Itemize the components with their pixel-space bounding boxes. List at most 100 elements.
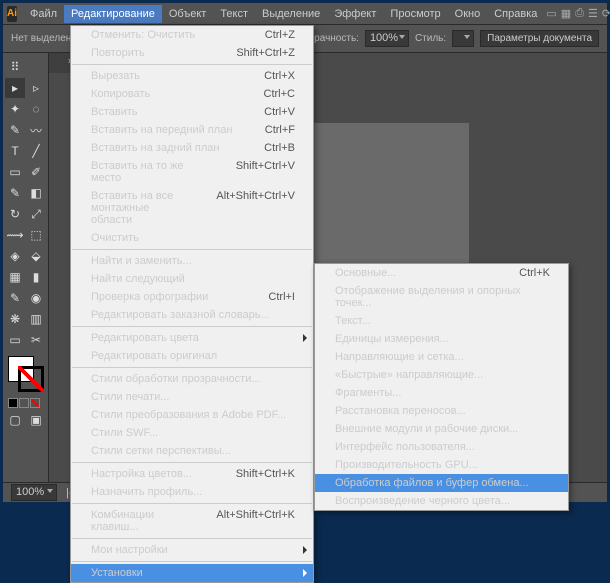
wand-tool[interactable]: ✦ [5, 99, 25, 119]
header-icon-3[interactable]: ⎙ [575, 6, 584, 22]
header-icon-2[interactable]: ▦ [561, 6, 571, 22]
draw-mode-behind[interactable]: ▣ [26, 410, 46, 430]
menu-item: Найти следующий [71, 270, 313, 288]
menu-item[interactable]: Стили сетки перспективы... [71, 442, 313, 460]
menu-effect[interactable]: Эффект [327, 5, 383, 23]
opacity-field[interactable]: 100% [365, 30, 409, 47]
tools-panel: ⠿ ▸▹ ✦◌ ✎〰 T╱ ▭✐ ✎◧ ↻⤢ ⟿⬚ ◈⬙ ▦▮ ✎◉ ❋▥ ▭✂… [3, 53, 49, 482]
submenu-arrow-icon [303, 546, 307, 554]
curvature-tool[interactable]: 〰 [26, 120, 46, 140]
menu-item: Очистить [71, 229, 313, 247]
menu-item[interactable]: Стили печати... [71, 388, 313, 406]
gradient-tool[interactable]: ▮ [26, 267, 46, 287]
scale-tool[interactable]: ⤢ [26, 204, 46, 224]
menu-item[interactable]: Обработка файлов и буфер обмена... [315, 474, 568, 492]
menu-item[interactable]: Производительность GPU... [315, 456, 568, 474]
menu-item[interactable]: Проверка орфографииCtrl+I [71, 288, 313, 306]
color-swatch[interactable] [8, 356, 44, 392]
menu-item[interactable]: Мои настройки [71, 541, 313, 559]
submenu-arrow-icon [303, 334, 307, 342]
menu-item[interactable]: Текст... [315, 312, 568, 330]
menu-item[interactable]: Отменить: ОчиститьCtrl+Z [71, 26, 313, 44]
shape-builder-tool[interactable]: ◈ [5, 246, 25, 266]
menu-edit[interactable]: Редактирование [64, 5, 162, 23]
menu-item: ВырезатьCtrl+X [71, 67, 313, 85]
brush-tool[interactable]: ✐ [26, 162, 46, 182]
menu-item[interactable]: Основные...Ctrl+K [315, 264, 568, 282]
eraser-tool[interactable]: ◧ [26, 183, 46, 203]
rotate-tool[interactable]: ↻ [5, 204, 25, 224]
app-logo: Ai [7, 6, 17, 22]
eyedropper-tool[interactable]: ✎ [5, 288, 25, 308]
width-tool[interactable]: ⟿ [5, 225, 25, 245]
mini-swatch-3[interactable] [30, 398, 40, 408]
slice-tool[interactable]: ✂ [26, 330, 46, 350]
menu-item[interactable]: Вставить на задний планCtrl+B [71, 139, 313, 157]
menu-item: КопироватьCtrl+C [71, 85, 313, 103]
header-icon-1[interactable]: ▭ [546, 6, 556, 22]
submenu-arrow-icon [303, 569, 307, 577]
mini-swatch-1[interactable] [8, 398, 18, 408]
zoom-field[interactable]: 100% [11, 484, 57, 501]
menu-item[interactable]: Комбинации клавиш...Alt+Shift+Ctrl+K [71, 506, 313, 536]
menu-item[interactable]: Стили обработки прозрачности... [71, 370, 313, 388]
preferences-submenu: Основные...Ctrl+KОтображение выделения и… [314, 263, 569, 511]
type-tool[interactable]: T [5, 141, 25, 161]
rect-tool[interactable]: ▭ [5, 162, 25, 182]
edit-menu-dropdown: Отменить: ОчиститьCtrl+ZПовторитьShift+C… [70, 25, 314, 583]
menu-select[interactable]: Выделение [255, 5, 327, 23]
symbol-sprayer-tool[interactable]: ❋ [5, 309, 25, 329]
menu-item[interactable]: Вставить на все монтажные областиAlt+Shi… [71, 187, 313, 229]
mesh-tool[interactable]: ▦ [5, 267, 25, 287]
selection-tool[interactable]: ▸ [5, 78, 25, 98]
menu-object[interactable]: Объект [162, 5, 213, 23]
header-icon-5[interactable]: ⟳ [602, 6, 610, 22]
menu-text[interactable]: Текст [213, 5, 255, 23]
header-icon-4[interactable]: ☰ [588, 6, 598, 22]
direct-select-tool[interactable]: ▹ [26, 78, 46, 98]
artboard-tool[interactable]: ▭ [5, 330, 25, 350]
menu-item[interactable]: Внешние модули и рабочие диски... [315, 420, 568, 438]
menu-item[interactable]: Стили преобразования в Adobe PDF... [71, 406, 313, 424]
style-label: Стиль: [415, 33, 446, 44]
style-field[interactable] [452, 30, 474, 47]
menu-item[interactable]: Направляющие и сетка... [315, 348, 568, 366]
menu-item[interactable]: Настройка цветов...Shift+Ctrl+K [71, 465, 313, 483]
pen-tool[interactable]: ✎ [5, 120, 25, 140]
menu-item[interactable]: Отображение выделения и опорных точек... [315, 282, 568, 312]
panel-grip-icon[interactable]: ⠿ [5, 57, 25, 77]
menu-help[interactable]: Справка [487, 5, 544, 23]
blend-tool[interactable]: ◉ [26, 288, 46, 308]
menu-item[interactable]: ВставитьCtrl+V [71, 103, 313, 121]
draw-mode-normal[interactable]: ▢ [5, 410, 25, 430]
menu-window[interactable]: Окно [448, 5, 488, 23]
graph-tool[interactable]: ▥ [26, 309, 46, 329]
menu-item[interactable]: Фрагменты... [315, 384, 568, 402]
menu-item[interactable]: Редактировать цвета [71, 329, 313, 347]
menu-item[interactable]: Единицы измерения... [315, 330, 568, 348]
shaper-tool[interactable]: ✎ [5, 183, 25, 203]
menu-item[interactable]: Стили SWF... [71, 424, 313, 442]
menu-item: Редактировать оригинал [71, 347, 313, 365]
perspective-tool[interactable]: ⬙ [26, 246, 46, 266]
menu-item[interactable]: Воспроизведение черного цвета... [315, 492, 568, 510]
menu-file[interactable]: Файл [23, 5, 64, 23]
menu-view[interactable]: Просмотр [383, 5, 447, 23]
mini-swatch-2[interactable] [19, 398, 29, 408]
menu-item[interactable]: «Быстрые» направляющие... [315, 366, 568, 384]
menubar: Ai Файл Редактирование Объект Текст Выде… [3, 3, 607, 25]
lasso-tool[interactable]: ◌ [26, 99, 46, 119]
free-transform-tool[interactable]: ⬚ [26, 225, 46, 245]
stroke-swatch[interactable] [18, 366, 44, 392]
doc-params-button[interactable]: Параметры документа [480, 30, 599, 47]
menu-item[interactable]: Интерфейс пользователя... [315, 438, 568, 456]
menu-item[interactable]: Найти и заменить... [71, 252, 313, 270]
menu-item[interactable]: Установки [71, 564, 313, 582]
menu-item[interactable]: Редактировать заказной словарь... [71, 306, 313, 324]
line-tool[interactable]: ╱ [26, 141, 46, 161]
menu-item[interactable]: Вставить на то же местоShift+Ctrl+V [71, 157, 313, 187]
menu-item[interactable]: Назначить профиль... [71, 483, 313, 501]
menu-item[interactable]: Вставить на передний планCtrl+F [71, 121, 313, 139]
app-window: Ai Файл Редактирование Объект Текст Выде… [3, 3, 607, 502]
menu-item[interactable]: Расстановка переносов... [315, 402, 568, 420]
